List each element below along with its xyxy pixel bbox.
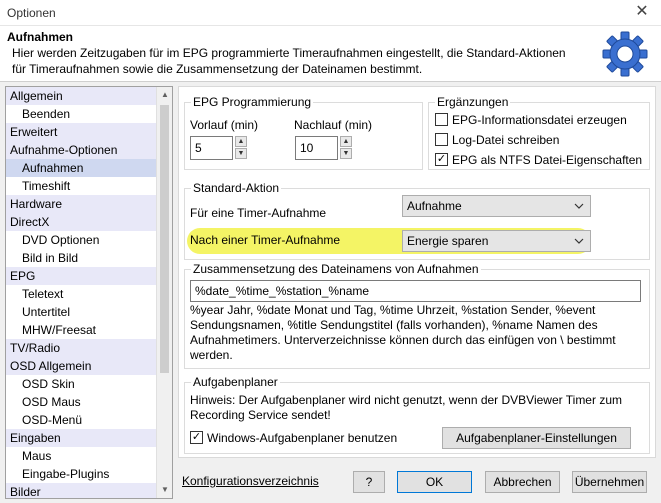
aufgabenplaner-hint: Hinweis: Der Aufgabenplaner wird nicht g… <box>190 393 622 422</box>
vorlauf-label: Vorlauf (min) <box>190 118 259 132</box>
vorlauf-input[interactable]: 5 <box>190 136 233 160</box>
sidebar-item-directx[interactable]: DirectX <box>6 213 157 231</box>
sidebar-item-aufnahme-optionen[interactable]: Aufnahme-Optionen <box>6 141 157 159</box>
help-button[interactable]: ? <box>353 471 385 493</box>
sidebar-item-maus[interactable]: Maus <box>6 447 157 465</box>
scroll-down-icon[interactable]: ▼ <box>157 482 172 498</box>
nachlauf-input[interactable]: 10 <box>295 136 338 160</box>
windows-scheduler-checkbox[interactable]: ✓ Windows-Aufgabenplaner benutzen <box>190 430 430 446</box>
title-bar: Optionen ✕ <box>0 0 661 26</box>
page-header: Aufnahmen Hier werden Zeitzugaben für im… <box>0 26 661 82</box>
sidebar-item-osd-skin[interactable]: OSD Skin <box>6 375 157 393</box>
gear-icon <box>602 31 648 77</box>
aufgabenplaner-group-label: Aufgabenplaner <box>191 375 280 389</box>
after-timer-select[interactable]: Energie sparen <box>402 230 591 252</box>
timer-action-select[interactable]: Aufnahme <box>402 195 591 217</box>
sidebar-item-osd-allgemein[interactable]: OSD Allgemein <box>6 357 157 375</box>
page-description: Hier werden Zeitzugaben für im EPG progr… <box>12 46 566 76</box>
sidebar-item-epg[interactable]: EPG <box>6 267 157 285</box>
sidebar-item-bild-in-bild[interactable]: Bild in Bild <box>6 249 157 267</box>
sidebar-item-tv-radio[interactable]: TV/Radio <box>6 339 157 357</box>
sidebar-scrollbar[interactable]: ▲ ▼ <box>156 87 172 498</box>
ok-button[interactable]: OK <box>397 471 472 493</box>
sidebar-item-bilder[interactable]: Bilder <box>6 483 157 498</box>
sidebar-item-beenden[interactable]: Beenden <box>6 105 157 123</box>
chevron-down-icon <box>574 238 584 244</box>
sidebar-item-allgemein[interactable]: Allgemein <box>6 87 157 105</box>
scrollbar-thumb[interactable] <box>160 105 169 373</box>
spin-down-icon[interactable]: ▼ <box>235 148 247 159</box>
close-icon[interactable]: ✕ <box>633 3 651 21</box>
sidebar-item-hardware[interactable]: Hardware <box>6 195 157 213</box>
config-directory-link[interactable]: Konfigurationsverzeichnis <box>182 474 319 488</box>
sidebar-item-osd-menü[interactable]: OSD-Menü <box>6 411 157 429</box>
filename-help-text: %year Jahr, %date Monat und Tag, %time U… <box>190 303 616 362</box>
window-title: Optionen <box>7 6 56 20</box>
sidebar-item-eingaben[interactable]: Eingaben <box>6 429 157 447</box>
sidebar-item-dvd-optionen[interactable]: DVD Optionen <box>6 231 157 249</box>
epg-ntfs-checkbox[interactable]: ✓ EPG als NTFS Datei-Eigenschaften <box>435 152 645 168</box>
spin-up-icon[interactable]: ▲ <box>235 136 247 147</box>
log-file-checkbox[interactable]: Log-Datei schreiben <box>435 132 645 148</box>
options-tree-list: Allgemein Beenden Erweitert Aufnahme-Option… <box>6 87 157 498</box>
sidebar-item-erweitert[interactable]: Erweitert <box>6 123 157 141</box>
scroll-up-icon[interactable]: ▲ <box>157 87 172 103</box>
sidebar-item-mhw-freesat[interactable]: MHW/Freesat <box>6 321 157 339</box>
page-title: Aufnahmen <box>7 30 73 44</box>
cancel-button[interactable]: Abbrechen <box>485 471 560 493</box>
vorlauf-spinner[interactable]: 5 ▲ ▼ <box>190 136 247 160</box>
scheduler-settings-button[interactable]: Aufgabenplaner-Einstellungen <box>442 427 631 449</box>
sidebar-item-untertitel[interactable]: Untertitel <box>6 303 157 321</box>
nachlauf-spinner[interactable]: 10 ▲ ▼ <box>295 136 352 160</box>
nachlauf-label: Nachlauf (min) <box>294 118 373 132</box>
sidebar-item-timeshift[interactable]: Timeshift <box>6 177 157 195</box>
epg-group-label: EPG Programmierung <box>191 95 314 109</box>
filename-pattern-input[interactable]: %date_%time_%station_%name <box>190 280 641 302</box>
epg-info-file-checkbox[interactable]: EPG-Informationsdatei erzeugen <box>435 112 645 128</box>
checkbox-box[interactable] <box>435 113 448 126</box>
spin-up-icon[interactable]: ▲ <box>340 136 352 147</box>
after-timer-label: Nach einer Timer-Aufnahme <box>190 233 341 247</box>
sidebar-item-osd-maus[interactable]: OSD Maus <box>6 393 157 411</box>
timer-action-label: Für eine Timer-Aufnahme <box>190 206 327 220</box>
sidebar-item-teletext[interactable]: Teletext <box>6 285 157 303</box>
chevron-down-icon <box>574 203 584 209</box>
sidebar-item-eingabe-plugins[interactable]: Eingabe-Plugins <box>6 465 157 483</box>
settings-panel: EPG Programmierung Vorlauf (min) 5 ▲ ▼ N… <box>178 86 656 458</box>
options-tree[interactable]: Allgemein Beenden Erweitert Aufnahme-Option… <box>5 86 173 499</box>
checkbox-box[interactable]: ✓ <box>435 153 448 166</box>
sidebar-item-aufnahmen[interactable]: Aufnahmen <box>6 159 157 177</box>
ergaenzungen-group-label: Ergänzungen <box>435 95 511 109</box>
spin-down-icon[interactable]: ▼ <box>340 148 352 159</box>
filename-group-label: Zusammensetzung des Dateinamens von Aufn… <box>191 262 481 276</box>
apply-button[interactable]: Übernehmen <box>572 471 647 493</box>
checkbox-box[interactable] <box>435 133 448 146</box>
checkbox-box[interactable]: ✓ <box>190 431 203 444</box>
standard-aktion-group-label: Standard-Aktion <box>191 181 282 195</box>
